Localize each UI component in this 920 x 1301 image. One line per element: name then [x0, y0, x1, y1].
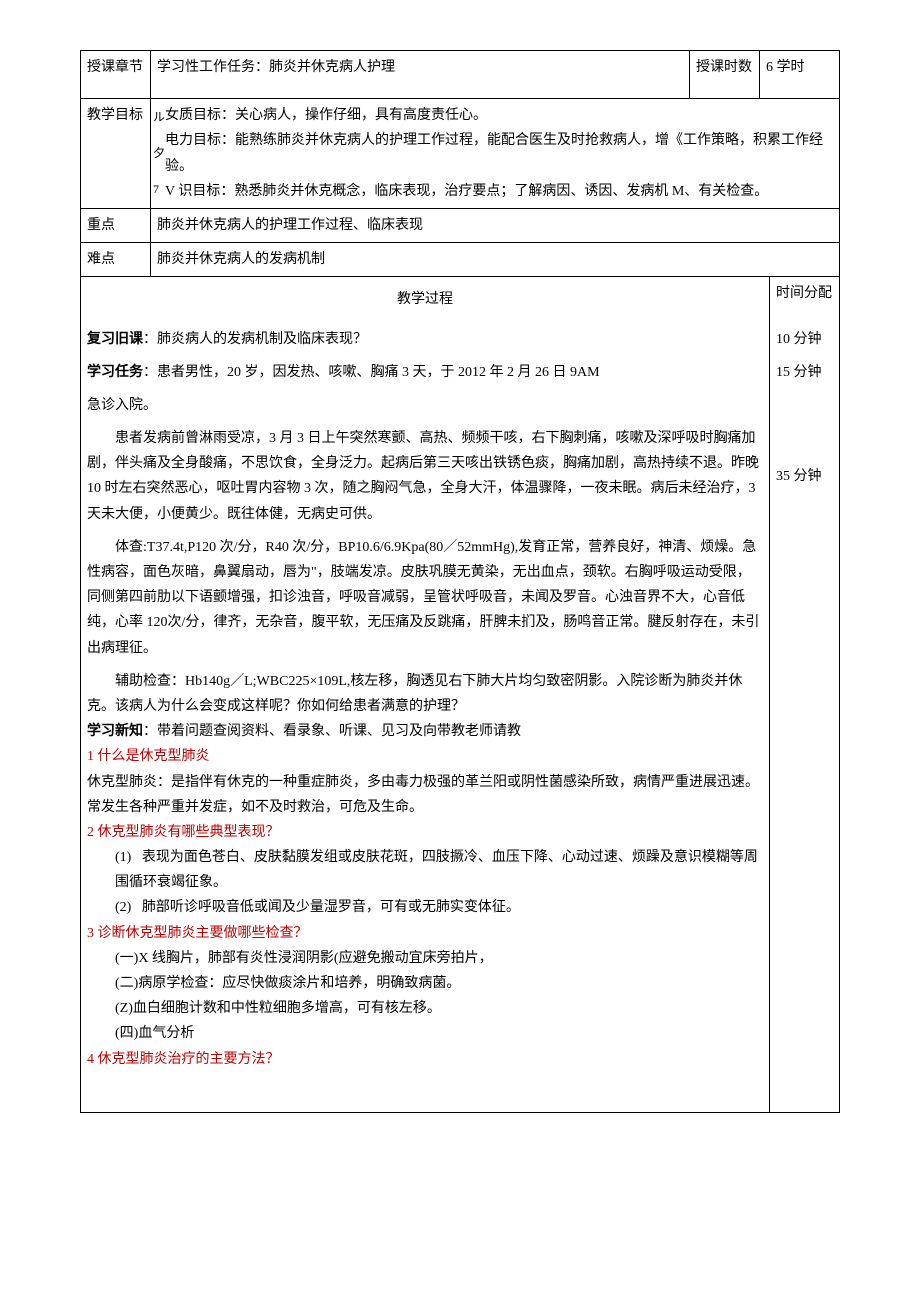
- chapter-value: 学习性工作任务：肺炎并休克病人护理: [151, 51, 690, 99]
- answer-2-1-text: 表现为面色苍白、皮肤黏膜发组或皮肤花斑，四肢撅冷、血压下降、心动过速、烦躁及意识…: [115, 850, 758, 890]
- para-2-text: 体查:T37.4t,P120 次/分，R40 次/分，BP10.6/6.9Kpa…: [87, 535, 763, 661]
- answer-2-2-text: 肺部听诊呼吸音低或闻及少量湿罗音，可有或无肺实变体征。: [142, 900, 520, 915]
- task-row-1: 学习任务：患者男性，20 岁，因发热、咳嗽、胸痛 3 天，于 2012 年 2 …: [81, 356, 770, 389]
- time-label: 时间分配: [770, 277, 840, 322]
- answer-2-2-num: (2): [115, 900, 131, 915]
- answer-3-1: (一)X 线胸片，肺部有炎性浸润阴影(应避免搬动宜床旁拍片，: [87, 946, 763, 971]
- answer-2-1: (1) 表现为面色苍白、皮肤黏膜发组或皮肤花斑，四肢撅冷、血压下降、心动过速、烦…: [87, 845, 763, 895]
- hours-value: 6 学时: [760, 51, 840, 99]
- goals-bracket: ル 夕 7: [153, 99, 163, 208]
- review-time: 10 分钟: [770, 323, 840, 356]
- keypoint-label: 重点: [81, 208, 151, 242]
- empty-time-1: [770, 389, 840, 422]
- process-title-cell: 教学过程: [81, 277, 770, 322]
- goals-label: 教学目标: [81, 99, 151, 209]
- difficulty-value: 肺炎并休克病人的发病机制: [151, 243, 840, 277]
- answer-3-2: (二)病原学检查：应尽快做痰涂片和培养，明确致病菌。: [87, 971, 763, 996]
- answer-3-4: (四)血气分析: [87, 1021, 763, 1046]
- goals-cell: ル 夕 7 女质目标：关心病人，操作仔细，具有高度责任心。 电力目标：能熟练肺炎…: [151, 99, 840, 209]
- bracket-mark-1: ル: [153, 107, 163, 129]
- question-2: 2 休克型肺炎有哪些典型表现？: [87, 820, 763, 845]
- para-1: 患者发病前曾淋雨受凉，3 月 3 日上午突然寒颤、高热、频频干咳，右下胸刺痛，咳…: [81, 422, 770, 531]
- review-label: 复习旧课: [87, 332, 143, 347]
- process-table: 教学过程 时间分配 复习旧课：肺炎病人的发病机制及临床表现？ 10 分钟 学习任…: [80, 277, 840, 1112]
- learn-text: ：带着问题查阅资料、看录象、听课、见习及向带教老师请教: [143, 724, 521, 739]
- difficulty-label: 难点: [81, 243, 151, 277]
- goal-quality: 女质目标：关心病人，操作仔细，具有高度责任心。: [165, 103, 833, 128]
- review-row: 复习旧课：肺炎病人的发病机制及临床表现？: [81, 323, 770, 356]
- answer-1: 休克型肺炎：是指伴有休克的一种重症肺炎，多由毒力极强的革兰阳或阴性菌感染所致，病…: [87, 770, 763, 820]
- answer-3-3: (Z)血白细胞计数和中性粒细胞多增高，可有核左移。: [87, 996, 763, 1021]
- lesson-plan-document: 授课章节 学习性工作任务：肺炎并休克病人护理 授课时数 6 学时 教学目标 ル …: [80, 50, 840, 1113]
- answer-2-2: (2) 肺部听诊呼吸音低或闻及少量湿罗音，可有或无肺实变体征。: [87, 895, 763, 920]
- main-content: 辅助检查：Hb140g／L;WBC225×109L,核左移，胸透见右下肺大片均匀…: [81, 665, 770, 1113]
- para-3-text: 辅助检查：Hb140g／L;WBC225×109L,核左移，胸透见右下肺大片均匀…: [87, 669, 763, 719]
- empty-time-2: [770, 531, 840, 665]
- goal-ability: 电力目标：能熟练肺炎并休克病人的护理工作过程，能配合医生及时抢救病人，增《工作策…: [165, 128, 833, 178]
- process-title: 教学过程: [87, 281, 763, 318]
- keypoint-value: 肺炎并休克病人的护理工作过程、临床表现: [151, 208, 840, 242]
- task-label: 学习任务: [87, 365, 143, 380]
- para-1-text: 患者发病前曾淋雨受凉，3 月 3 日上午突然寒颤、高热、频频干咳，右下胸刺痛，咳…: [87, 426, 763, 527]
- question-3: 3 诊断休克型肺炎主要做哪些检查？: [87, 921, 763, 946]
- task-time: 15 分钟: [770, 356, 840, 389]
- para-2: 体查:T37.4t,P120 次/分，R40 次/分，BP10.6/6.9Kpa…: [81, 531, 770, 665]
- learn-label: 学习新知: [87, 724, 143, 739]
- header-table: 授课章节 学习性工作任务：肺炎并休克病人护理 授课时数 6 学时 教学目标 ル …: [80, 50, 840, 277]
- bracket-mark-2: 夕: [153, 143, 163, 165]
- bracket-mark-3: 7: [153, 179, 163, 201]
- goal-knowledge: V 识目标：熟悉肺炎并休克概念，临床表现，治疗要点；了解病因、诱因、发病机 M、…: [165, 179, 833, 204]
- chapter-label: 授课章节: [81, 51, 151, 99]
- task-row-2: 急诊入院。: [81, 389, 770, 422]
- learn-row: 学习新知：带着问题查阅资料、看录象、听课、见习及向带教老师请教: [87, 719, 763, 744]
- question-4: 4 休克型肺炎治疗的主要方法？: [87, 1047, 763, 1072]
- question-1: 1 什么是休克型肺炎: [87, 744, 763, 769]
- answer-2-1-num: (1): [115, 850, 131, 865]
- para-1-time: 35 分钟: [770, 422, 840, 531]
- hours-label: 授课时数: [690, 51, 760, 99]
- review-text: ：肺炎病人的发病机制及临床表现？: [143, 332, 367, 347]
- empty-time-3: [770, 665, 840, 1113]
- task-text-head: ：患者男性，20 岁，因发热、咳嗽、胸痛 3 天，于 2012 年 2 月 26…: [143, 365, 600, 380]
